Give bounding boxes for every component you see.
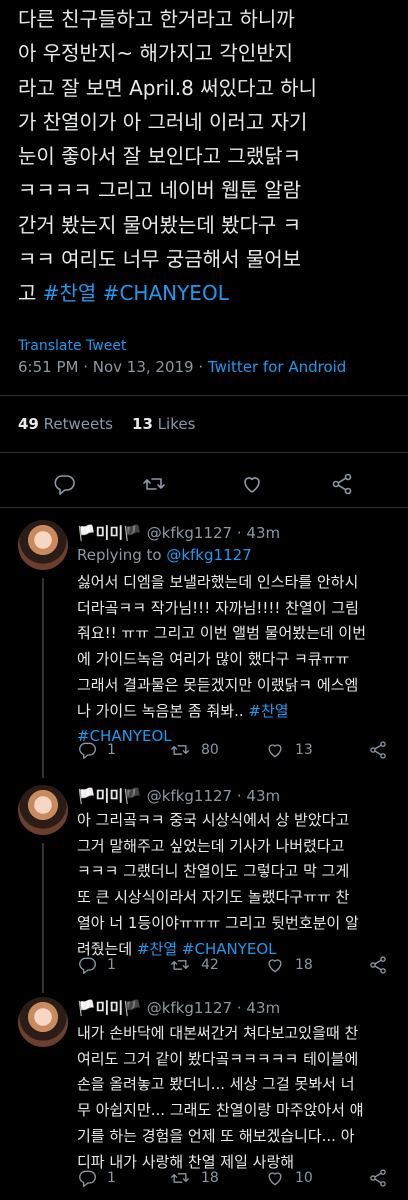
reply-icon[interactable] xyxy=(51,472,77,496)
share-button[interactable] xyxy=(368,950,388,980)
reply-header: 🏳️미미🏴 @kfkg1127 · 43m xyxy=(77,997,280,1018)
replying-to-handle[interactable]: @kfkg1127 xyxy=(166,546,251,564)
like-button[interactable]: 18 xyxy=(265,950,313,980)
retweet-button[interactable]: 42 xyxy=(169,950,219,980)
like-count: 18 xyxy=(295,957,313,973)
share-button[interactable] xyxy=(368,1163,388,1193)
retweet-button[interactable]: 18 xyxy=(169,1163,219,1193)
share-icon[interactable] xyxy=(329,472,355,496)
divider xyxy=(0,452,408,453)
retweet-icon[interactable] xyxy=(141,472,167,496)
reply-button[interactable]: 1 xyxy=(77,735,116,765)
thread-line xyxy=(42,843,44,993)
reply-icon xyxy=(79,957,96,974)
tweet-timestamp: 6:51 PM · Nov 13, 2019 · xyxy=(18,358,208,376)
retweet-count: 18 xyxy=(201,1170,219,1186)
hashtag-link[interactable]: #찬열 xyxy=(248,702,288,720)
display-name[interactable]: 🏳️미미🏴 xyxy=(77,787,142,805)
handle-and-time: @kfkg1127 · 43m xyxy=(146,787,281,805)
tweet-metadata: 6:51 PM · Nov 13, 2019 · Twitter for And… xyxy=(18,358,346,376)
avatar[interactable] xyxy=(18,997,68,1047)
reply-count: 1 xyxy=(107,957,116,973)
handle-and-time: @kfkg1127 · 43m xyxy=(146,524,281,542)
like-icon xyxy=(268,1172,282,1186)
like-button[interactable]: 10 xyxy=(265,1163,313,1193)
retweet-icon xyxy=(171,1173,189,1183)
divider xyxy=(0,395,408,396)
like-icon xyxy=(268,744,282,758)
retweet-button[interactable]: 80 xyxy=(169,735,219,765)
translate-tweet-link[interactable]: Translate Tweet xyxy=(18,338,126,354)
handle-and-time: @kfkg1127 · 43m xyxy=(146,999,281,1017)
like-count: 10 xyxy=(295,1170,313,1186)
reply-header: 🏳️미미🏴 @kfkg1127 · 43m xyxy=(77,522,280,543)
hashtag-link[interactable]: #CHANYEOL xyxy=(103,281,229,305)
like-button[interactable]: 13 xyxy=(265,735,313,765)
reply-header: 🏳️미미🏴 @kfkg1127 · 43m xyxy=(77,785,280,806)
retweets-stat[interactable]: 49 Retweets xyxy=(18,415,113,433)
main-tweet-actions xyxy=(0,464,408,504)
retweet-count: 80 xyxy=(201,742,219,758)
reply-text: 아 그리곸ㅋㅋ 중국 시상식에서 상 받았다고 그거 말해주고 싶었는데 기사가… xyxy=(77,811,359,958)
retweet-icon xyxy=(171,745,189,755)
hashtag-link[interactable]: #찬열 xyxy=(43,281,97,305)
share-button[interactable] xyxy=(368,735,388,765)
display-name[interactable]: 🏳️미미🏴 xyxy=(77,524,142,542)
divider xyxy=(0,507,408,508)
share-icon xyxy=(370,956,386,974)
reply-icon xyxy=(79,1170,96,1187)
tweet-stats: 49 Retweets 13 Likes xyxy=(18,415,195,433)
replying-to: Replying to @kfkg1127 xyxy=(77,546,252,564)
thread-line xyxy=(42,578,44,778)
share-icon xyxy=(370,1169,386,1187)
reply-actions: 1 80 13 xyxy=(77,735,397,765)
retweet-count: 42 xyxy=(201,957,219,973)
like-icon xyxy=(268,959,282,973)
reply-text: 내가 손바닥에 대본써간거 쳐다보고있을때 찬 여리도 그거 같이 봤다곸ㅋㅋㅋ… xyxy=(77,1024,364,1171)
reply-count: 1 xyxy=(107,742,116,758)
reply-count: 1 xyxy=(107,1170,116,1186)
tweet-source-link[interactable]: Twitter for Android xyxy=(208,358,346,376)
reply-actions: 1 42 18 xyxy=(77,950,397,980)
reply-button[interactable]: 1 xyxy=(77,1163,116,1193)
like-count: 13 xyxy=(295,742,313,758)
display-name[interactable]: 🏳️미미🏴 xyxy=(77,999,142,1017)
retweet-icon xyxy=(171,960,189,970)
share-icon xyxy=(370,741,386,759)
avatar[interactable] xyxy=(18,520,68,570)
reply-actions: 1 18 10 xyxy=(77,1163,397,1193)
reply-text: 싫어서 디엠을 보낼라했는데 인스타를 안하시 더라곸ㅋㅋ 작가님!!! 자까님… xyxy=(77,573,367,746)
like-icon[interactable] xyxy=(239,472,265,496)
reply-button[interactable]: 1 xyxy=(77,950,116,980)
main-tweet-text: 다른 친구들하고 한거라고 하니까 아 우정반지~ 해가지고 각인반지 라고 잘… xyxy=(18,7,317,306)
likes-stat[interactable]: 13 Likes xyxy=(132,415,195,433)
reply-icon xyxy=(79,742,96,759)
avatar[interactable] xyxy=(18,785,68,835)
